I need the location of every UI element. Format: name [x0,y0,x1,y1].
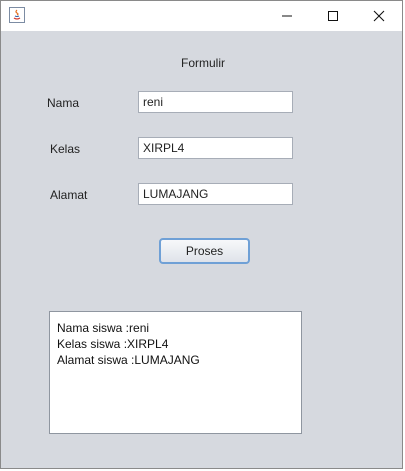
minimize-icon [281,7,293,26]
title-bar[interactable] [1,1,402,31]
alamat-label: Alamat [50,188,88,202]
nama-label: Nama [47,96,80,110]
kelas-label: Kelas [50,142,81,156]
minimize-button[interactable] [264,1,310,31]
app-window: Formulir Nama Kelas Alamat Proses Nama s… [0,0,403,469]
output-line-kelas: Kelas siswa :XIRPL4 [57,337,169,351]
output-line-nama: Nama siswa :reni [57,321,150,335]
nama-input[interactable] [138,91,293,113]
proses-button[interactable]: Proses [159,238,250,264]
close-icon [373,7,385,26]
output-line-alamat: Alamat siswa :LUMAJANG [57,353,200,367]
maximize-icon [327,7,339,26]
kelas-input[interactable] [138,137,293,159]
alamat-input[interactable] [138,183,293,205]
maximize-button[interactable] [310,1,356,31]
form-panel: Formulir Nama Kelas Alamat Proses Nama s… [1,31,402,468]
close-button[interactable] [356,1,402,31]
form-title: Formulir [181,56,225,70]
java-app-icon[interactable] [9,7,25,23]
output-textarea[interactable]: Nama siswa :reni Kelas siswa :XIRPL4 Ala… [49,311,302,434]
